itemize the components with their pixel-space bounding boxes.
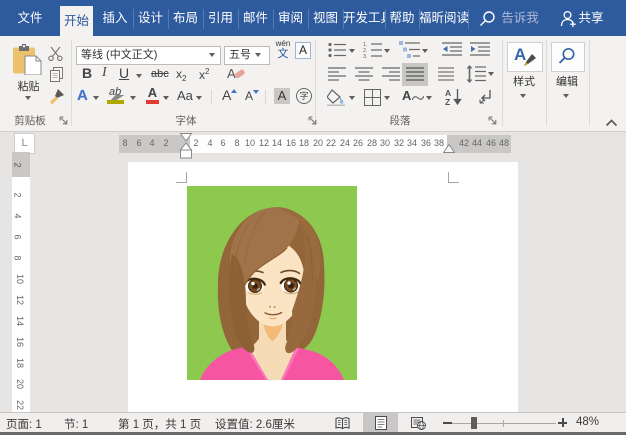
svg-text:A: A: [227, 66, 236, 81]
svg-text:Z: Z: [445, 97, 450, 106]
svg-text:3.: 3.: [363, 54, 368, 58]
